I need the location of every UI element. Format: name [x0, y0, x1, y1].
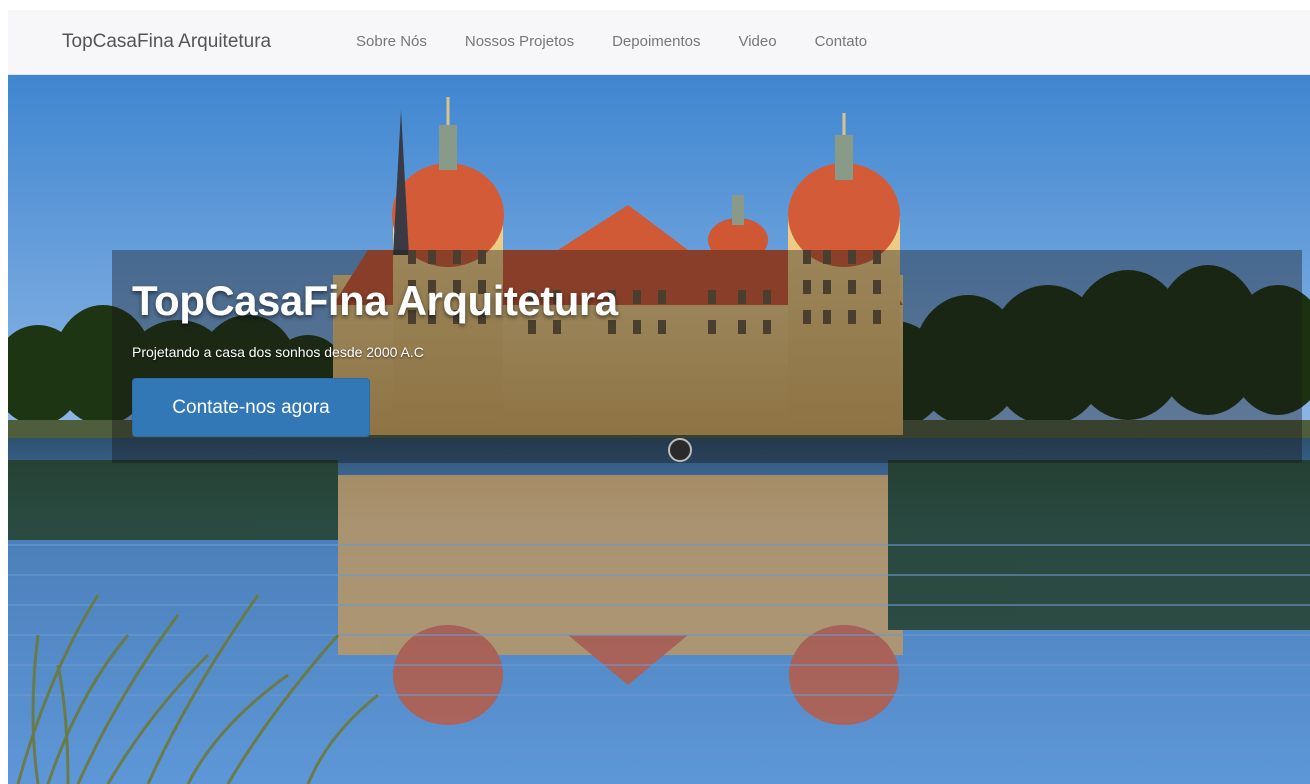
- hero-title: TopCasaFina Arquitetura: [132, 277, 618, 324]
- nav-link-nossos-projetos[interactable]: Nossos Projetos: [446, 10, 593, 74]
- contact-now-button[interactable]: Contate-nos agora: [132, 378, 370, 437]
- top-navbar: TopCasaFina Arquitetura Sobre Nós Nossos…: [8, 10, 1310, 75]
- hero-subtitle: Projetando a casa dos sonhos desde 2000 …: [132, 344, 424, 360]
- nav-link-video[interactable]: Video: [719, 10, 795, 74]
- mouse-cursor-icon: [668, 438, 692, 462]
- brand-link[interactable]: TopCasaFina Arquitetura: [62, 10, 271, 74]
- nav-link-depoimentos[interactable]: Depoimentos: [593, 10, 719, 74]
- nav-links: Sobre Nós Nossos Projetos Depoimentos Vi…: [356, 10, 886, 74]
- page: TopCasaFina Arquitetura Sobre Nós Nossos…: [0, 0, 1310, 784]
- nav-link-contato[interactable]: Contato: [796, 10, 887, 74]
- nav-link-sobre-nos[interactable]: Sobre Nós: [356, 10, 446, 74]
